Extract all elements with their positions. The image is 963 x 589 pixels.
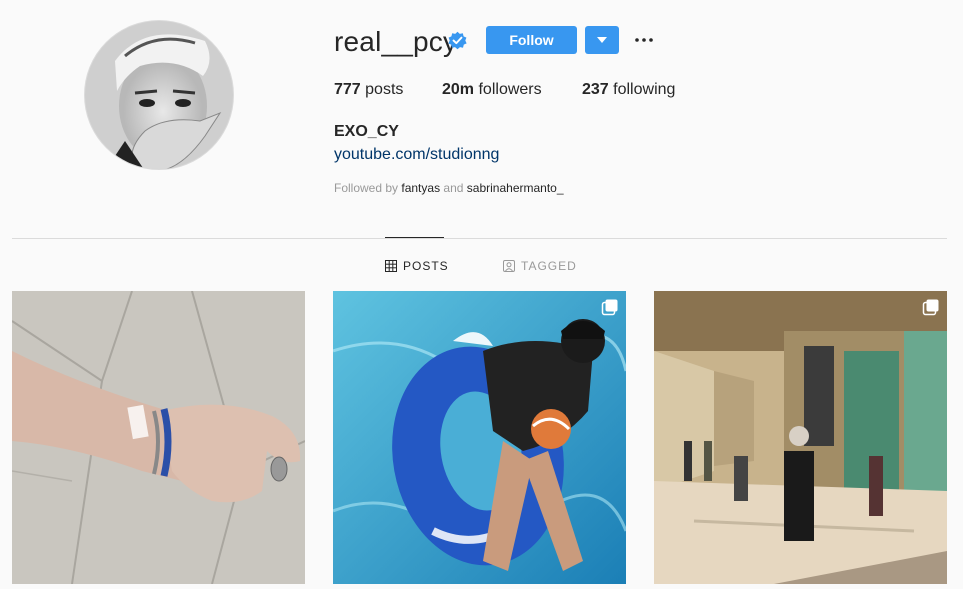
profile-website-link[interactable]: youtube.com/studionng xyxy=(334,145,499,165)
tab-tagged-label: TAGGED xyxy=(521,259,577,273)
profile-username: real__pcy xyxy=(334,26,458,57)
caret-down-icon xyxy=(597,37,607,43)
following-label: following xyxy=(613,81,676,98)
suggested-accounts-dropdown-button[interactable] xyxy=(585,26,619,54)
followed-by-text: Followed by fantyas and sabrinahermanto_ xyxy=(334,180,564,196)
posts-count: 777 xyxy=(334,81,361,98)
grid-icon xyxy=(385,260,397,272)
profile-full-name: EXO_CY xyxy=(334,123,399,140)
followed-by-prefix: Followed by xyxy=(334,181,399,195)
verified-badge-icon xyxy=(448,31,467,50)
post-thumbnail[interactable] xyxy=(654,291,947,584)
followed-by-user-2[interactable]: sabrinahermanto_ xyxy=(467,181,564,195)
followed-by-user-1[interactable]: fantyas xyxy=(401,181,440,195)
avatar-image xyxy=(85,21,233,169)
profile-avatar[interactable] xyxy=(84,20,234,170)
posts-count-stat: 777 posts xyxy=(334,80,403,100)
followers-stat[interactable]: 20m followers xyxy=(442,80,542,100)
followed-by-and: and xyxy=(443,181,464,195)
follow-button[interactable]: Follow xyxy=(486,26,577,54)
more-options-button[interactable] xyxy=(632,30,656,50)
tag-portrait-icon xyxy=(503,260,515,272)
following-count: 237 xyxy=(582,81,609,98)
tab-posts[interactable]: POSTS xyxy=(385,258,449,274)
post-thumbnail[interactable] xyxy=(333,291,626,584)
post-image-arcade xyxy=(654,291,947,584)
post-image-pool xyxy=(333,291,626,584)
followers-label: followers xyxy=(478,81,542,98)
posts-label: posts xyxy=(365,81,404,98)
active-tab-indicator xyxy=(385,237,444,238)
tab-posts-label: POSTS xyxy=(403,259,449,273)
ellipsis-icon xyxy=(635,38,653,42)
multiple-photos-icon xyxy=(922,299,939,316)
post-image-wrist xyxy=(12,291,305,584)
profile-divider xyxy=(12,238,947,239)
tab-tagged[interactable]: TAGGED xyxy=(503,258,577,274)
multiple-photos-icon xyxy=(601,299,618,316)
followers-count: 20m xyxy=(442,81,475,98)
post-thumbnail[interactable] xyxy=(12,291,305,584)
following-stat[interactable]: 237 following xyxy=(582,80,675,100)
